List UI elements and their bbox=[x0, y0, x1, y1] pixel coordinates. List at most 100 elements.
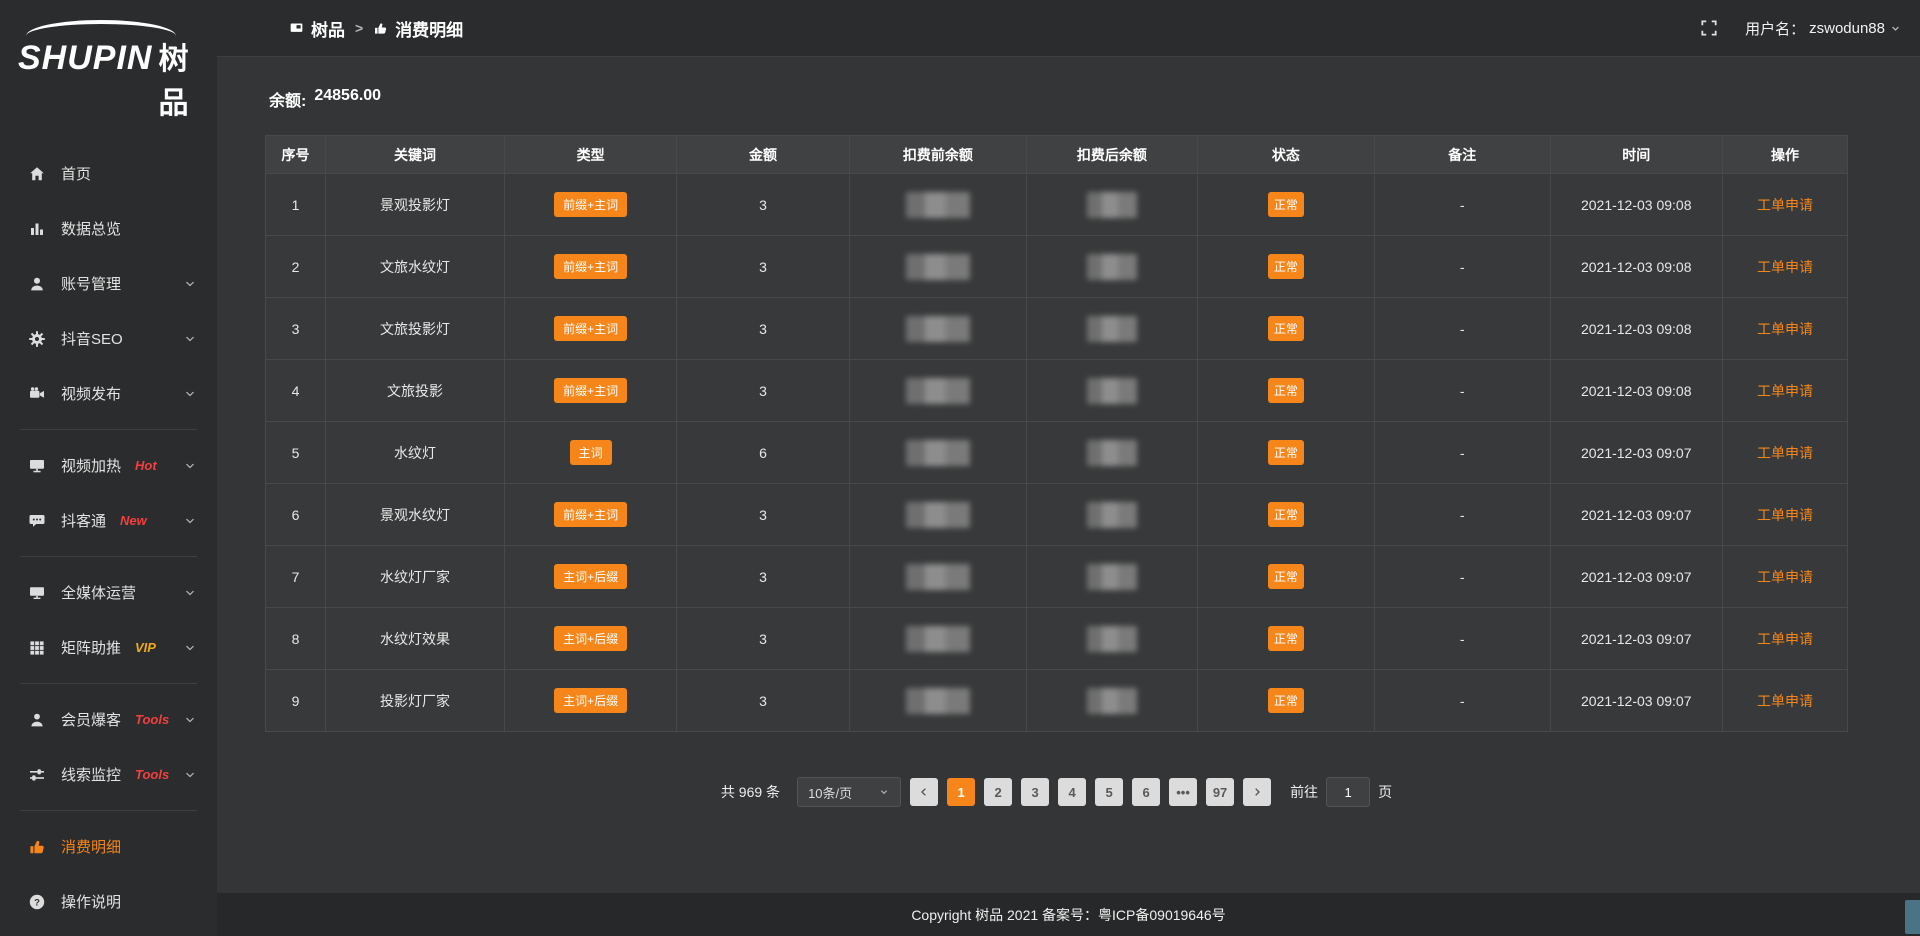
goto-page-input[interactable] bbox=[1326, 777, 1370, 807]
ticket-apply-link[interactable]: 工单申请 bbox=[1757, 197, 1813, 213]
sidebar-item-douketong[interactable]: 抖客通 New bbox=[0, 493, 217, 548]
cell-type: 前缀+主词 bbox=[504, 484, 676, 546]
sidebar-item-label: 会员爆客 bbox=[61, 709, 121, 730]
cell-no: 6 bbox=[266, 484, 326, 546]
consume-table: 序号 关键词 类型 金额 扣费前余额 扣费后余额 状态 备注 时间 操作 1景观… bbox=[265, 135, 1848, 732]
sidebar-item-video-publish[interactable]: 视频发布 bbox=[0, 366, 217, 421]
chevron-down-icon bbox=[1889, 22, 1902, 35]
username-dropdown[interactable]: 用户名： zswodun88 bbox=[1745, 18, 1902, 39]
status-badge: 正常 bbox=[1268, 378, 1304, 403]
page-button-3[interactable]: 3 bbox=[1021, 778, 1049, 806]
cell-pre-balance bbox=[849, 546, 1026, 608]
user-icon bbox=[28, 275, 46, 293]
pagination-total: 共 969 条 bbox=[721, 782, 780, 802]
sidebar-item-label: 账号管理 bbox=[61, 273, 121, 294]
cell-remark: - bbox=[1374, 484, 1550, 546]
sidebar-item-account[interactable]: 账号管理 bbox=[0, 256, 217, 311]
cell-type: 主词 bbox=[504, 422, 676, 484]
page-button-97[interactable]: 97 bbox=[1206, 778, 1234, 806]
ticket-apply-link[interactable]: 工单申请 bbox=[1757, 507, 1813, 523]
cell-amount: 3 bbox=[677, 484, 849, 546]
cell-keyword: 水纹灯效果 bbox=[326, 608, 505, 670]
sidebar-item-video-heat[interactable]: 视频加热 Hot bbox=[0, 438, 217, 493]
cell-time: 2021-12-03 09:08 bbox=[1550, 236, 1722, 298]
breadcrumb-home[interactable]: 树品 bbox=[289, 16, 345, 41]
col-header-pre-balance: 扣费前余额 bbox=[849, 136, 1026, 174]
fullscreen-icon[interactable] bbox=[1699, 18, 1719, 38]
cell-status: 正常 bbox=[1197, 298, 1374, 360]
more-pages-button[interactable]: ••• bbox=[1169, 778, 1197, 806]
ticket-apply-link[interactable]: 工单申请 bbox=[1757, 693, 1813, 709]
masked-balance bbox=[1087, 688, 1137, 714]
sidebar-item-label: 首页 bbox=[61, 163, 91, 184]
cell-amount: 3 bbox=[677, 670, 849, 732]
cell-no: 4 bbox=[266, 360, 326, 422]
chevron-down-icon bbox=[183, 641, 197, 655]
cell-no: 7 bbox=[266, 546, 326, 608]
floating-widget[interactable] bbox=[1905, 900, 1920, 934]
cell-post-balance bbox=[1026, 484, 1197, 546]
cell-amount: 3 bbox=[677, 546, 849, 608]
chevron-down-icon bbox=[183, 459, 197, 473]
cell-action: 工单申请 bbox=[1722, 670, 1847, 732]
ticket-apply-link[interactable]: 工单申请 bbox=[1757, 383, 1813, 399]
cell-remark: - bbox=[1374, 670, 1550, 732]
ticket-apply-link[interactable]: 工单申请 bbox=[1757, 445, 1813, 461]
goto-label: 前往 bbox=[1290, 782, 1318, 802]
cell-status: 正常 bbox=[1197, 360, 1374, 422]
cell-status: 正常 bbox=[1197, 608, 1374, 670]
cell-remark: - bbox=[1374, 546, 1550, 608]
username-value: zswodun88 bbox=[1809, 20, 1885, 37]
page-button-2[interactable]: 2 bbox=[984, 778, 1012, 806]
next-page-button[interactable] bbox=[1243, 778, 1271, 806]
sidebar-divider bbox=[20, 683, 197, 684]
sidebar-item-data-overview[interactable]: 数据总览 bbox=[0, 201, 217, 256]
sidebar-item-douyin-seo[interactable]: 抖音SEO bbox=[0, 311, 217, 366]
masked-balance bbox=[906, 688, 970, 714]
cell-pre-balance bbox=[849, 298, 1026, 360]
ticket-apply-link[interactable]: 工单申请 bbox=[1757, 569, 1813, 585]
sidebar-item-help[interactable]: ? 操作说明 bbox=[0, 874, 217, 929]
sidebar-item-matrix-boost[interactable]: 矩阵助推 VIP bbox=[0, 620, 217, 675]
sidebar-item-consume-detail[interactable]: 消费明细 bbox=[0, 819, 217, 874]
tools-badge: Tools bbox=[135, 712, 169, 727]
cell-post-balance bbox=[1026, 546, 1197, 608]
ticket-apply-link[interactable]: 工单申请 bbox=[1757, 321, 1813, 337]
masked-balance bbox=[906, 502, 970, 528]
prev-page-button[interactable] bbox=[910, 778, 938, 806]
sidebar-item-label: 消费明细 bbox=[61, 836, 121, 857]
cell-amount: 3 bbox=[677, 608, 849, 670]
cell-type: 前缀+主词 bbox=[504, 298, 676, 360]
sidebar-divider bbox=[20, 429, 197, 430]
page-button-6[interactable]: 6 bbox=[1132, 778, 1160, 806]
wallet-icon bbox=[28, 838, 46, 856]
page-button-4[interactable]: 4 bbox=[1058, 778, 1086, 806]
breadcrumb-label: 树品 bbox=[311, 16, 345, 41]
cell-time: 2021-12-03 09:08 bbox=[1550, 174, 1722, 236]
sidebar-item-media-ops[interactable]: 全媒体运营 bbox=[0, 565, 217, 620]
chevron-down-icon bbox=[183, 387, 197, 401]
col-header-amount: 金额 bbox=[677, 136, 849, 174]
table-row: 3文旅投影灯前缀+主词3正常-2021-12-03 09:08工单申请 bbox=[266, 298, 1848, 360]
type-badge: 前缀+主词 bbox=[554, 378, 627, 403]
ticket-apply-link[interactable]: 工单申请 bbox=[1757, 631, 1813, 647]
cell-post-balance bbox=[1026, 360, 1197, 422]
chevron-down-icon bbox=[183, 514, 197, 528]
cell-type: 前缀+主词 bbox=[504, 236, 676, 298]
table-row: 4文旅投影前缀+主词3正常-2021-12-03 09:08工单申请 bbox=[266, 360, 1848, 422]
page-button-5[interactable]: 5 bbox=[1095, 778, 1123, 806]
page-size-select[interactable]: 10条/页 bbox=[797, 777, 901, 807]
status-badge: 正常 bbox=[1268, 440, 1304, 465]
logo: SHUPIN 树品 bbox=[0, 10, 217, 128]
breadcrumb-current[interactable]: 消费明细 bbox=[373, 16, 463, 41]
page-button-1[interactable]: 1 bbox=[947, 778, 975, 806]
balance: 余额: 24856.00 bbox=[269, 87, 1848, 111]
cell-no: 3 bbox=[266, 298, 326, 360]
ticket-apply-link[interactable]: 工单申请 bbox=[1757, 259, 1813, 275]
sidebar-item-home[interactable]: 首页 bbox=[0, 146, 217, 201]
masked-balance bbox=[1087, 192, 1137, 218]
grid-icon bbox=[28, 639, 46, 657]
masked-balance bbox=[1087, 440, 1137, 466]
sidebar-item-member-boom[interactable]: 会员爆客 Tools bbox=[0, 692, 217, 747]
sidebar-item-lead-monitor[interactable]: 线索监控 Tools bbox=[0, 747, 217, 802]
